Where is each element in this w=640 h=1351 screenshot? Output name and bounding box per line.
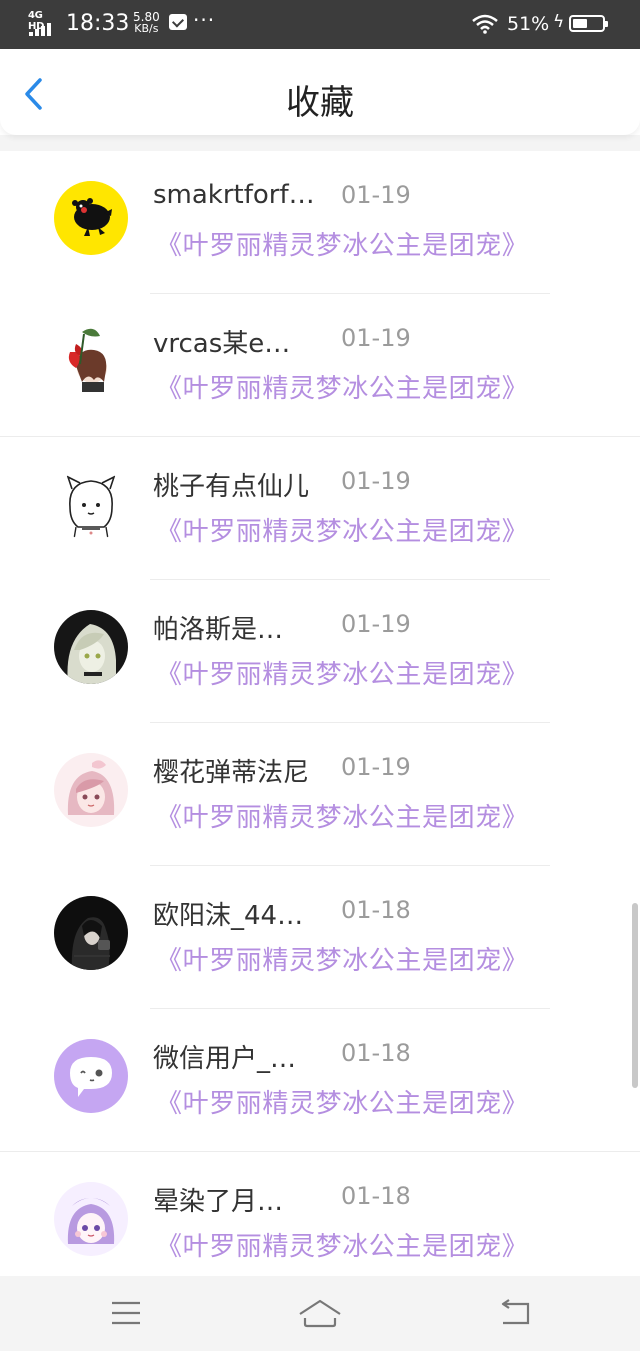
item-date: 01-18: [341, 896, 411, 924]
book-title[interactable]: 《叶罗丽精灵梦冰公主是团宠》: [156, 1226, 528, 1263]
home-button[interactable]: [297, 1296, 343, 1330]
username: 帕洛斯是…: [153, 615, 284, 645]
network-speed-unit: KB/s: [134, 22, 159, 35]
menu-icon: [112, 1301, 140, 1325]
message-notification-icon: [169, 14, 187, 30]
favorites-list: smakrtforf… 01-19 《叶罗丽精灵梦冰公主是团宠》 vrcas某e…: [0, 151, 640, 1295]
kumamon-avatar[interactable]: [54, 181, 128, 255]
item-date: 01-18: [341, 1039, 411, 1067]
header-gap: [0, 135, 640, 151]
book-title[interactable]: 《叶罗丽精灵梦冰公主是团宠》: [156, 368, 528, 405]
charging-icon: ϟ: [553, 12, 565, 32]
username: 微信用户_…: [153, 1044, 297, 1074]
book-title[interactable]: 《叶罗丽精灵梦冰公主是团宠》: [156, 797, 528, 834]
item-date: 01-18: [341, 1182, 411, 1210]
purple-anime-girl-avatar[interactable]: [54, 1182, 128, 1256]
wifi-icon: [472, 14, 498, 34]
username: 樱花弹蒂法尼: [153, 758, 310, 788]
dark-photo-avatar[interactable]: [54, 896, 128, 970]
book-title[interactable]: 《叶罗丽精灵梦冰公主是团宠》: [156, 654, 528, 691]
item-date: 01-19: [341, 753, 411, 781]
scrollbar[interactable]: [632, 903, 638, 1088]
username: 桃子有点仙儿: [153, 472, 310, 502]
favorite-list-item[interactable]: 帕洛斯是… 01-19 《叶罗丽精灵梦冰公主是团宠》: [0, 580, 640, 723]
cat-girl-sketch-avatar[interactable]: [54, 467, 128, 541]
battery-percent: 51%: [507, 13, 550, 35]
battery-fill: [573, 19, 587, 28]
favorite-list-item[interactable]: smakrtforf… 01-19 《叶罗丽精灵梦冰公主是团宠》: [0, 151, 640, 294]
nav-header: 收藏: [0, 49, 640, 135]
username: 晕染了月…: [153, 1187, 284, 1217]
signal-icon: 4G HD: [28, 9, 60, 37]
book-title[interactable]: 《叶罗丽精灵梦冰公主是团宠》: [156, 225, 528, 262]
more-notifications-icon: ···: [193, 8, 216, 32]
page-title: 收藏: [286, 83, 354, 123]
book-title[interactable]: 《叶罗丽精灵梦冰公主是团宠》: [156, 940, 528, 977]
back-arrow-icon: [501, 1299, 530, 1325]
home-icon: [299, 1299, 341, 1328]
username: vrcas某e…: [153, 329, 291, 359]
favorite-list-item[interactable]: 欧阳沫_44… 01-18 《叶罗丽精灵梦冰公主是团宠》: [0, 866, 640, 1009]
status-bar: 4G HD 18:33 5.80 KB/s ··· 51% ϟ: [0, 0, 640, 49]
system-nav-bar: [0, 1276, 640, 1351]
favorite-list-item[interactable]: 桃子有点仙儿 01-19 《叶罗丽精灵梦冰公主是团宠》: [0, 437, 640, 580]
pink-anime-girl-avatar[interactable]: [54, 753, 128, 827]
status-time: 18:33: [66, 11, 130, 36]
favorite-list-item[interactable]: 晕染了月… 01-18 《叶罗丽精灵梦冰公主是团宠》: [0, 1152, 640, 1295]
book-title[interactable]: 《叶罗丽精灵梦冰公主是团宠》: [156, 1083, 528, 1120]
default-chat-avatar[interactable]: [54, 1039, 128, 1113]
username: smakrtforf…: [153, 180, 315, 210]
item-date: 01-19: [341, 467, 411, 495]
anime-girl-flower-avatar[interactable]: [54, 324, 128, 398]
favorite-list-item[interactable]: 微信用户_… 01-18 《叶罗丽精灵梦冰公主是团宠》: [0, 1009, 640, 1152]
username: 欧阳沫_44…: [153, 901, 304, 931]
battery-icon: [569, 15, 608, 32]
menu-button[interactable]: [106, 1296, 146, 1330]
item-date: 01-19: [341, 181, 411, 209]
book-title[interactable]: 《叶罗丽精灵梦冰公主是团宠》: [156, 511, 528, 548]
item-date: 01-19: [341, 324, 411, 352]
dark-anime-girl-avatar[interactable]: [54, 610, 128, 684]
network-speed: 5.80 KB/s: [133, 11, 160, 35]
item-date: 01-19: [341, 610, 411, 638]
favorite-list-item[interactable]: 樱花弹蒂法尼 01-19 《叶罗丽精灵梦冰公主是团宠》: [0, 723, 640, 866]
favorite-list-item[interactable]: vrcas某e… 01-19 《叶罗丽精灵梦冰公主是团宠》: [0, 294, 640, 437]
system-back-button[interactable]: [495, 1296, 535, 1330]
